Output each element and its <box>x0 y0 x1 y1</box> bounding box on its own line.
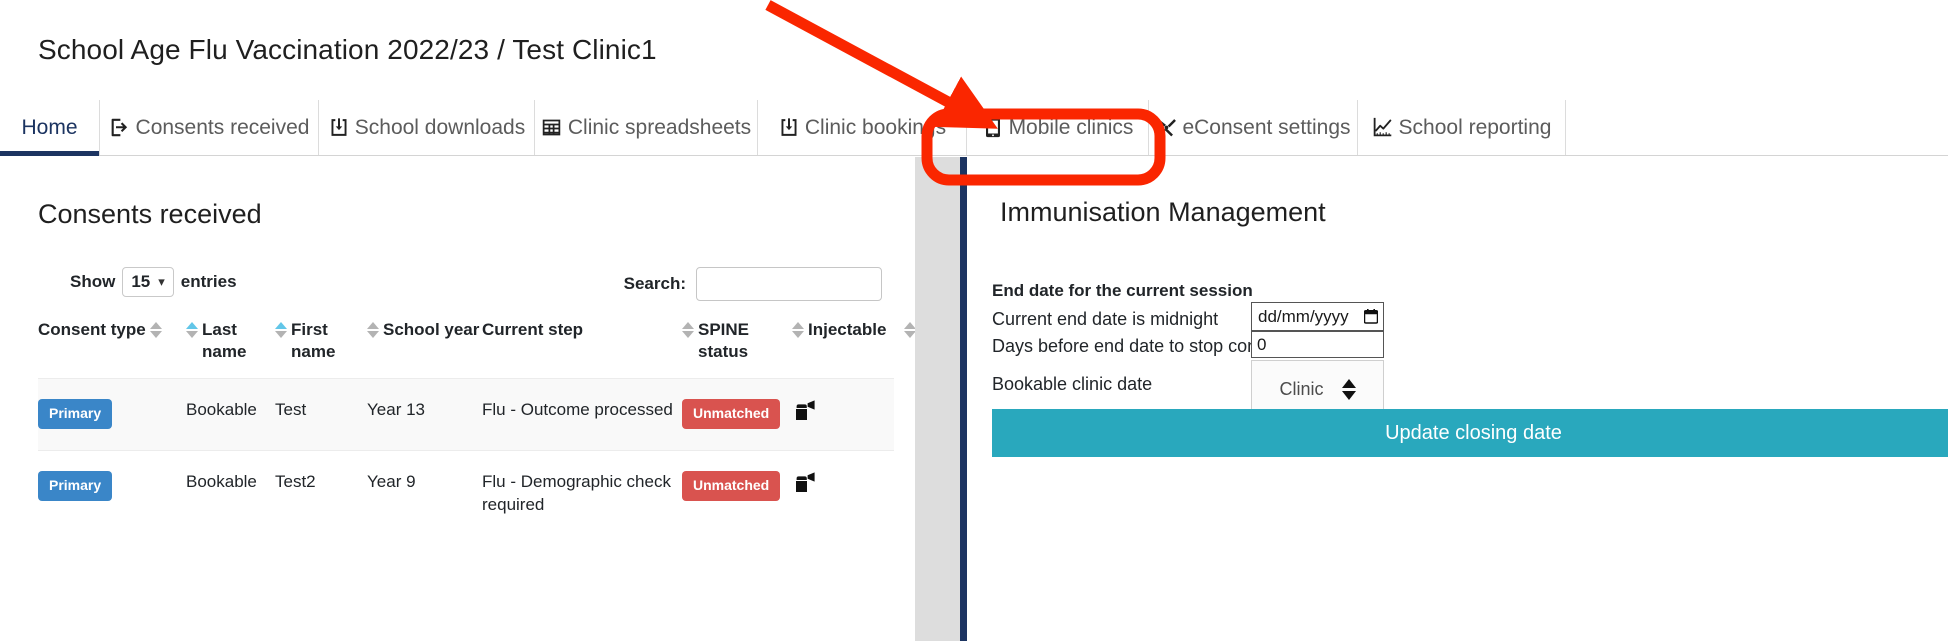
tab-school-reporting-label: School reporting <box>1399 116 1552 140</box>
download-box-icon <box>328 117 350 139</box>
column-header-last-name[interactable]: Last name <box>186 319 275 364</box>
spray-injection-icon <box>792 399 818 423</box>
sort-arrows-icon[interactable] <box>150 319 162 338</box>
column-header-label: First name <box>291 319 367 364</box>
status-badge: Unmatched <box>682 399 780 429</box>
column-header-label: Consent type <box>38 319 146 341</box>
table-header-row: Consent type Last name First name School… <box>38 319 894 378</box>
end-date-input[interactable]: dd/mm/yyyy <box>1251 302 1384 331</box>
days-before-value: 0 <box>1257 335 1266 355</box>
column-header-first-name[interactable]: First name <box>275 319 367 364</box>
page-length-control: Show 15 ▾ entries <box>70 267 237 297</box>
consents-table: Consent type Last name First name School… <box>38 319 894 537</box>
line-chart-icon <box>1372 117 1394 139</box>
tab-mobile-clinics-label: Mobile clinics <box>1009 116 1134 140</box>
sort-arrows-icon[interactable] <box>682 319 694 338</box>
label-bookable-clinic-date: Bookable clinic date <box>992 375 1152 393</box>
cell-first-name: Test2 <box>275 471 367 494</box>
search-control: Search: <box>624 267 882 301</box>
card-heading: Consents received <box>38 199 262 230</box>
cell-current-step: Flu - Demographic check required <box>482 471 682 517</box>
column-header-current-step[interactable]: Current step <box>482 319 682 341</box>
table-row[interactable]: Primary Bookable Test2 Year 9 Flu - Demo… <box>38 450 894 537</box>
cell-spine-status: Unmatched <box>682 399 792 429</box>
cell-injectable <box>792 471 894 502</box>
tab-home[interactable]: Home <box>0 100 100 155</box>
sort-arrows-icon[interactable] <box>275 319 287 338</box>
cell-school-year: Year 9 <box>367 471 482 494</box>
sort-arrows-icon[interactable] <box>367 319 379 338</box>
column-header-label: Current step <box>482 319 583 341</box>
bookable-clinic-value: Clinic <box>1279 379 1323 400</box>
column-header-injectable[interactable]: Injectable <box>792 319 894 341</box>
status-badge: Unmatched <box>682 471 780 501</box>
spinner-arrows-icon[interactable] <box>1342 379 1356 400</box>
column-header-label: Injectable <box>808 319 886 341</box>
calendar-icon[interactable] <box>1364 309 1378 324</box>
tab-home-label: Home <box>21 116 77 140</box>
table-row[interactable]: Primary Bookable Test Year 13 Flu - Outc… <box>38 378 894 450</box>
main-tab-bar: Home Consents received School downloads <box>0 100 1948 156</box>
tab-consents-received-label: Consents received <box>136 116 310 140</box>
tab-clinic-bookings-label: Clinic bookings <box>805 116 946 140</box>
label-current-end-date: Current end date is midnight <box>992 310 1218 328</box>
panel-heading: Immunisation Management <box>1000 197 1326 228</box>
search-label: Search: <box>624 274 686 294</box>
days-before-input[interactable]: 0 <box>1251 331 1384 358</box>
tab-econsent-settings-label: eConsent settings <box>1182 116 1350 140</box>
consents-received-card: Consents received Show 15 ▾ entries Sear… <box>0 157 915 641</box>
mobile-phone-icon <box>982 117 1004 139</box>
show-label: Show <box>70 272 115 292</box>
column-header-label: Last name <box>202 319 275 364</box>
tab-mobile-clinics[interactable]: Mobile clinics <box>967 100 1149 155</box>
sign-in-icon <box>109 117 131 139</box>
column-header-label: School year <box>383 319 479 341</box>
immunisation-management-panel: Immunisation Management End date for the… <box>960 157 1948 641</box>
column-header-school-year[interactable]: School year <box>367 319 482 341</box>
tab-clinic-spreadsheets-label: Clinic spreadsheets <box>568 116 751 140</box>
page-title: School Age Flu Vaccination 2022/23 / Tes… <box>38 34 657 66</box>
column-header-label: SPINE status <box>698 319 792 364</box>
sort-arrows-icon[interactable] <box>792 319 804 338</box>
cell-first-name: Test <box>275 399 367 422</box>
cell-last-name: Bookable <box>186 399 275 422</box>
download-box-icon <box>778 117 800 139</box>
cell-consent-type: Primary <box>38 471 186 501</box>
column-header-consent-type[interactable]: Consent type <box>38 319 186 341</box>
datatable-controls: Show 15 ▾ entries Search: <box>38 267 894 307</box>
entries-label: entries <box>181 272 237 292</box>
tab-school-downloads-label: School downloads <box>355 116 525 140</box>
tab-consents-received[interactable]: Consents received <box>100 100 319 155</box>
sort-arrows-icon[interactable] <box>904 319 915 338</box>
tab-clinic-spreadsheets[interactable]: Clinic spreadsheets <box>535 100 758 155</box>
spray-injection-icon <box>792 471 818 495</box>
table-grid-icon <box>541 117 563 139</box>
page-length-value: 15 <box>131 272 150 292</box>
column-header-spine-status[interactable]: SPINE status <box>682 319 792 364</box>
cell-current-step: Flu - Outcome processed <box>482 399 682 422</box>
search-input[interactable] <box>696 267 882 301</box>
section-label-end-date: End date for the current session <box>992 281 1253 301</box>
cell-consent-type: Primary <box>38 399 186 429</box>
end-date-value: dd/mm/yyyy <box>1258 307 1349 327</box>
chevron-down-icon: ▾ <box>158 274 165 290</box>
status-badge: Primary <box>38 471 112 501</box>
sort-arrows-icon[interactable] <box>186 319 198 338</box>
tab-econsent-settings[interactable]: eConsent settings <box>1149 100 1358 155</box>
tools-icon <box>1155 117 1177 139</box>
tab-school-downloads[interactable]: School downloads <box>319 100 535 155</box>
cell-school-year: Year 13 <box>367 399 482 422</box>
tab-clinic-bookings[interactable]: Clinic bookings <box>758 100 967 155</box>
cell-injectable <box>792 399 894 430</box>
annotation-arrow-icon <box>768 5 963 110</box>
cell-last-name: Bookable <box>186 471 275 494</box>
update-closing-date-button[interactable]: Update closing date <box>992 409 1948 457</box>
tab-school-reporting[interactable]: School reporting <box>1358 100 1566 155</box>
status-badge: Primary <box>38 399 112 429</box>
page-length-select[interactable]: 15 ▾ <box>122 267 173 297</box>
cell-spine-status: Unmatched <box>682 471 792 501</box>
app-root: School Age Flu Vaccination 2022/23 / Tes… <box>0 0 1948 641</box>
